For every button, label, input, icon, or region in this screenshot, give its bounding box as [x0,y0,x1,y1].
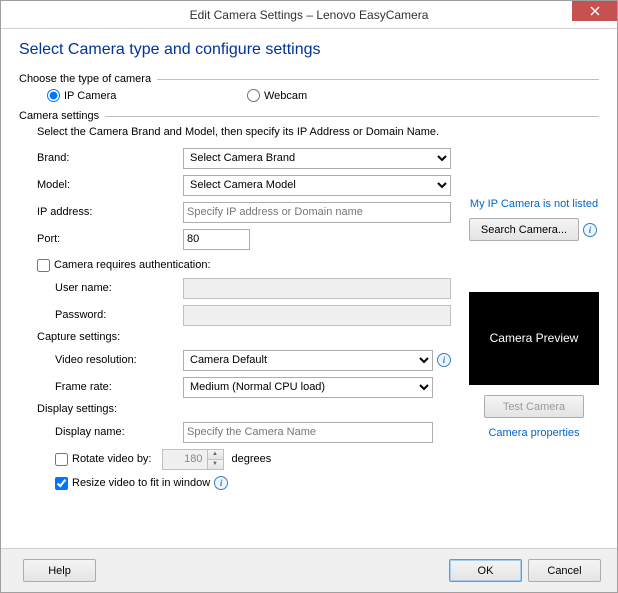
rotate-label: Rotate video by: [72,453,152,465]
radio-webcam-input[interactable] [247,89,260,102]
camera-properties-link[interactable]: Camera properties [488,427,579,439]
dialog-window: Edit Camera Settings – Lenovo EasyCamera… [0,0,618,593]
camera-preview: Camera Preview [469,292,599,385]
group-label-type: Choose the type of camera [19,73,151,85]
spinner-up-icon: ▲ [208,450,223,460]
group-camera-type: Choose the type of camera IP Camera Webc… [19,73,599,102]
test-camera-button: Test Camera [484,395,584,418]
divider [157,79,599,80]
framerate-label: Frame rate: [19,381,183,393]
radio-webcam-label: Webcam [264,90,307,102]
display-name-input[interactable] [183,422,433,443]
password-input [183,305,451,326]
username-input [183,278,451,299]
window-title: Edit Camera Settings – Lenovo EasyCamera [190,8,429,22]
display-name-label: Display name: [19,426,183,438]
resize-checkbox[interactable] [55,477,68,490]
auth-label: Camera requires authentication: [54,259,211,271]
titlebar: Edit Camera Settings – Lenovo EasyCamera [1,1,617,29]
group-header-settings: Camera settings [19,110,599,122]
auth-checkbox[interactable] [37,259,50,272]
resolution-label: Video resolution: [19,354,183,366]
rotate-unit: degrees [232,453,272,465]
brand-select[interactable]: Select Camera Brand [183,148,451,169]
ip-address-input[interactable] [183,202,451,223]
rotate-value-input [162,449,208,470]
close-button[interactable] [572,1,617,21]
search-camera-button[interactable]: Search Camera... [469,218,579,241]
model-select[interactable]: Select Camera Model [183,175,451,196]
group-label-settings: Camera settings [19,110,99,122]
ok-button[interactable]: OK [449,559,522,582]
divider [105,116,599,117]
info-icon[interactable]: i [214,476,228,490]
brand-label: Brand: [19,152,183,164]
port-input[interactable] [183,229,250,250]
password-label: Password: [19,309,183,321]
content-area: Select Camera type and configure setting… [1,29,617,548]
resize-label: Resize video to fit in window [72,477,210,489]
framerate-select[interactable]: Medium (Normal CPU load) [183,377,433,398]
info-icon[interactable]: i [583,223,597,237]
radio-ip-camera[interactable]: IP Camera [47,89,247,102]
model-label: Model: [19,179,183,191]
not-listed-link[interactable]: My IP Camera is not listed [470,198,598,210]
radio-ip-camera-label: IP Camera [64,90,116,102]
radio-ip-camera-input[interactable] [47,89,60,102]
info-icon[interactable]: i [437,353,451,367]
spinner-down-icon: ▼ [208,460,223,469]
camera-preview-text: Camera Preview [490,330,579,347]
radio-webcam[interactable]: Webcam [247,89,307,102]
group-header-type: Choose the type of camera [19,73,599,85]
page-heading: Select Camera type and configure setting… [19,41,599,59]
ip-label: IP address: [19,206,183,218]
resolution-select[interactable]: Camera Default [183,350,433,371]
close-icon [590,6,600,16]
help-button[interactable]: Help [23,559,96,582]
settings-instruction: Select the Camera Brand and Model, then … [19,126,599,138]
cancel-button[interactable]: Cancel [528,559,601,582]
rotate-spinner: ▲ ▼ [162,449,224,470]
port-label: Port: [19,233,183,245]
spinner-buttons: ▲ ▼ [208,449,224,470]
rotate-checkbox[interactable] [55,453,68,466]
group-camera-settings: Camera settings Select the Camera Brand … [19,110,599,495]
footer: Help OK Cancel [1,548,617,592]
username-label: User name: [19,282,183,294]
